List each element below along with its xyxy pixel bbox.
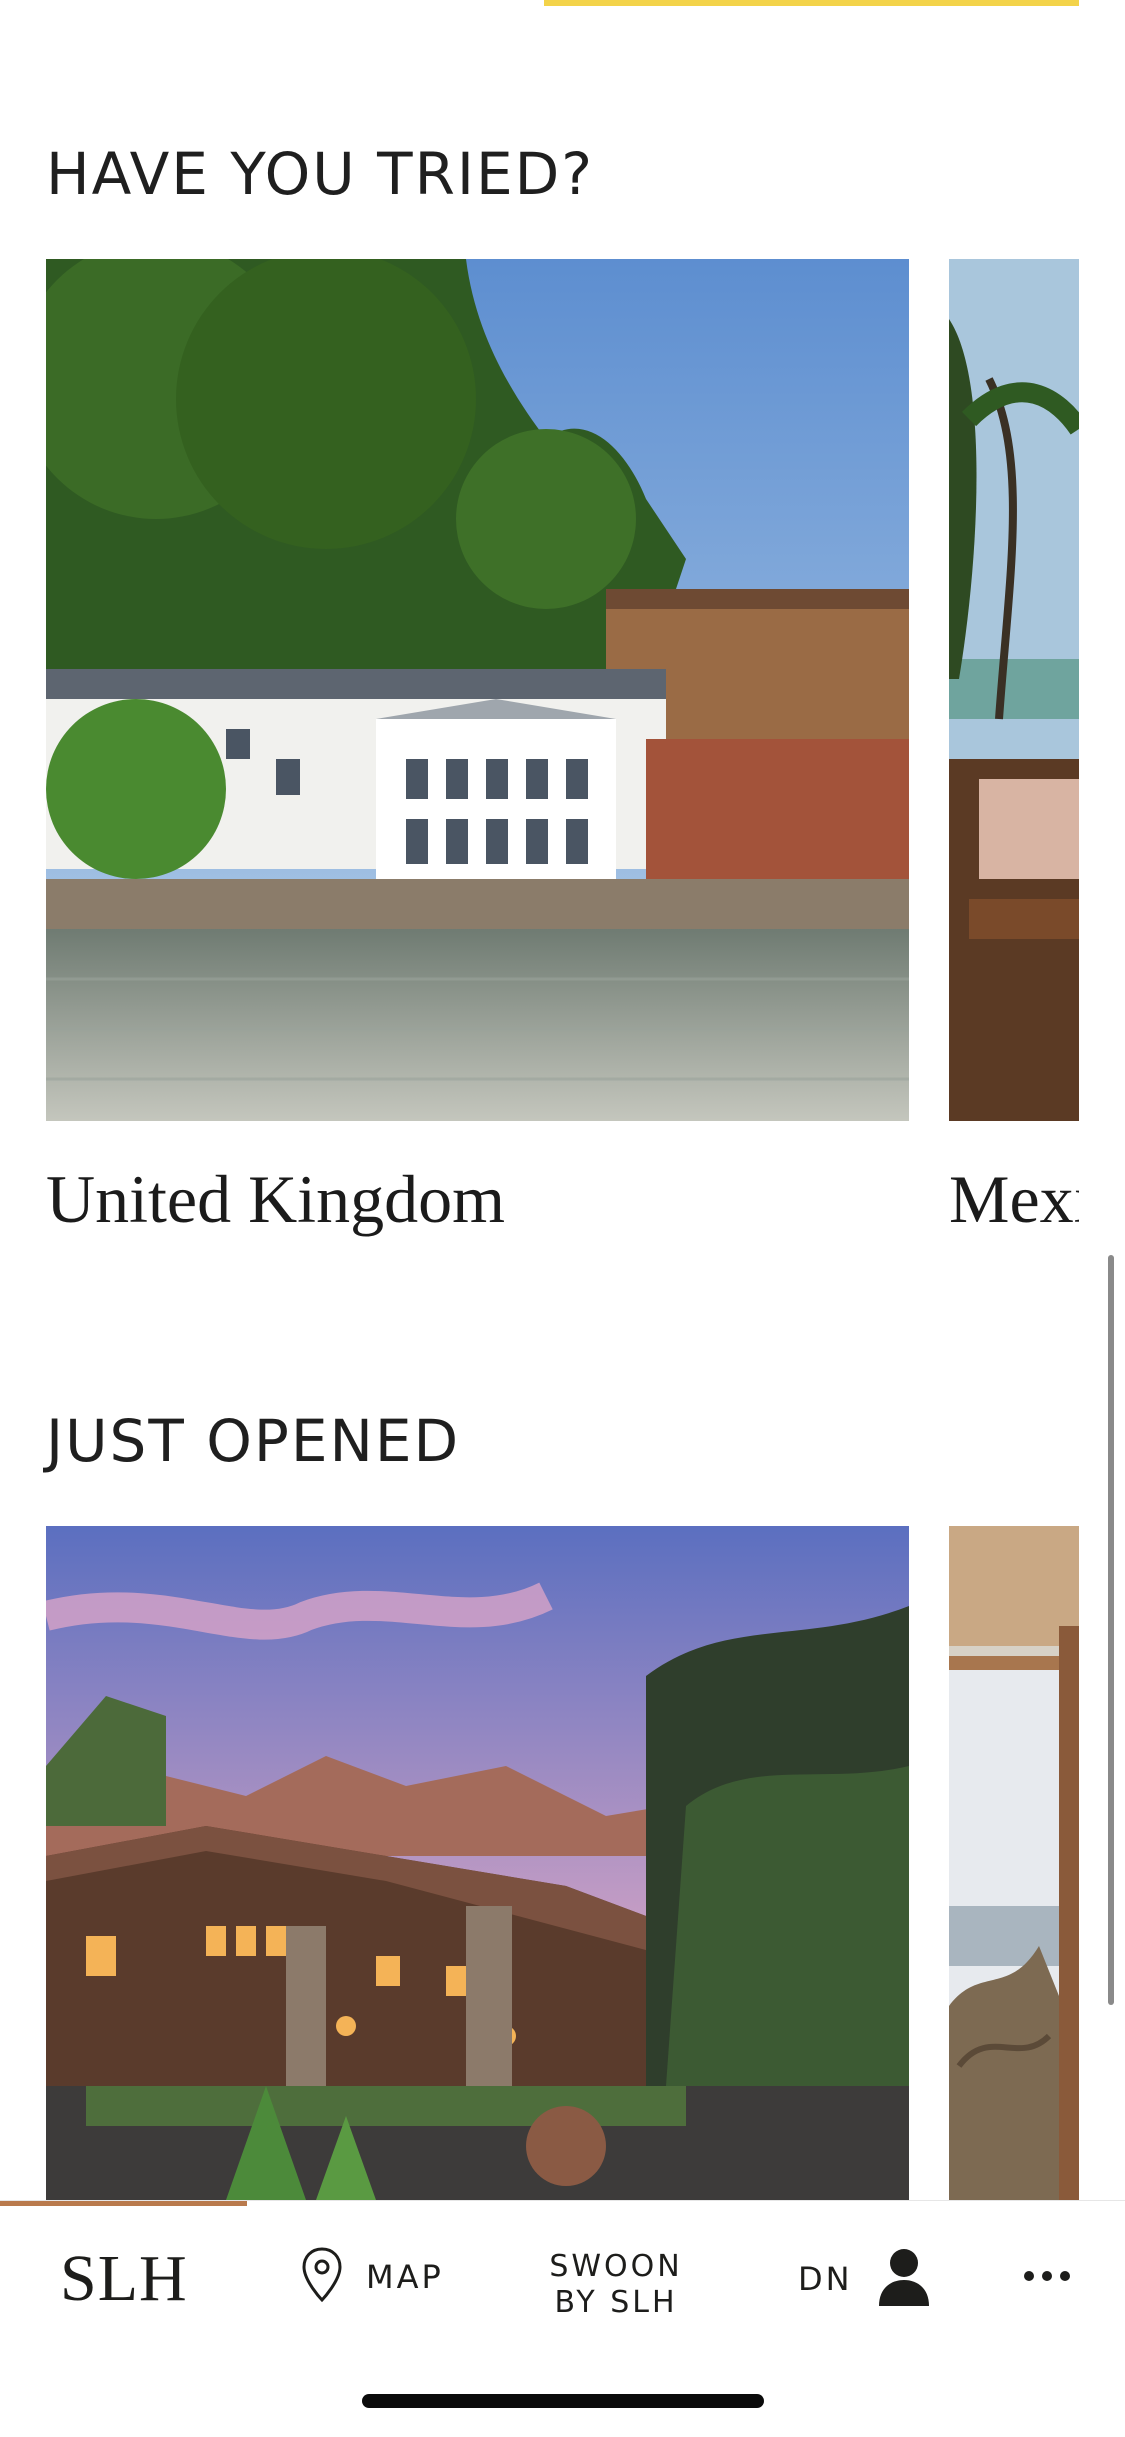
lodge-resort-photo <box>46 1526 909 2200</box>
card-image-just-opened-2[interactable] <box>949 1526 1079 2200</box>
top-accent-bar <box>544 0 1079 6</box>
card-image-united-kingdom[interactable] <box>46 259 909 1121</box>
user-icon <box>875 2246 933 2312</box>
section-title-have-you-tried: HAVE YOU TRIED? <box>46 140 595 208</box>
section-title-just-opened: JUST OPENED <box>46 1407 461 1475</box>
beach-resort-photo <box>949 259 1079 1121</box>
tab-progress-indicator <box>0 2201 247 2206</box>
tab-account[interactable]: DN <box>798 2246 933 2312</box>
tab-map-label: MAP <box>366 2258 444 2296</box>
slh-logo-tab[interactable]: SLH <box>60 2241 188 2317</box>
scrollbar[interactable] <box>1108 1255 1114 2005</box>
card-label-mexico[interactable]: Mexi <box>949 1160 1079 1239</box>
card-label-united-kingdom[interactable]: United Kingdom <box>46 1160 505 1239</box>
riverside-hotel-photo <box>46 259 909 1121</box>
card-image-mexico[interactable] <box>949 259 1079 1121</box>
more-dots-icon[interactable] <box>1024 2271 1070 2281</box>
tab-swoon-line1: SWOON <box>549 2249 683 2284</box>
card-image-just-opened-1[interactable] <box>46 1526 909 2200</box>
account-initials: DN <box>798 2260 853 2298</box>
home-indicator[interactable] <box>362 2394 764 2408</box>
map-pin-icon <box>300 2246 344 2308</box>
interior-window-photo <box>949 1526 1079 2200</box>
tab-swoon[interactable]: SWOON BY SLH <box>546 2249 686 2321</box>
tab-swoon-line2: BY SLH <box>554 2285 678 2320</box>
tab-map[interactable]: MAP <box>300 2246 444 2308</box>
